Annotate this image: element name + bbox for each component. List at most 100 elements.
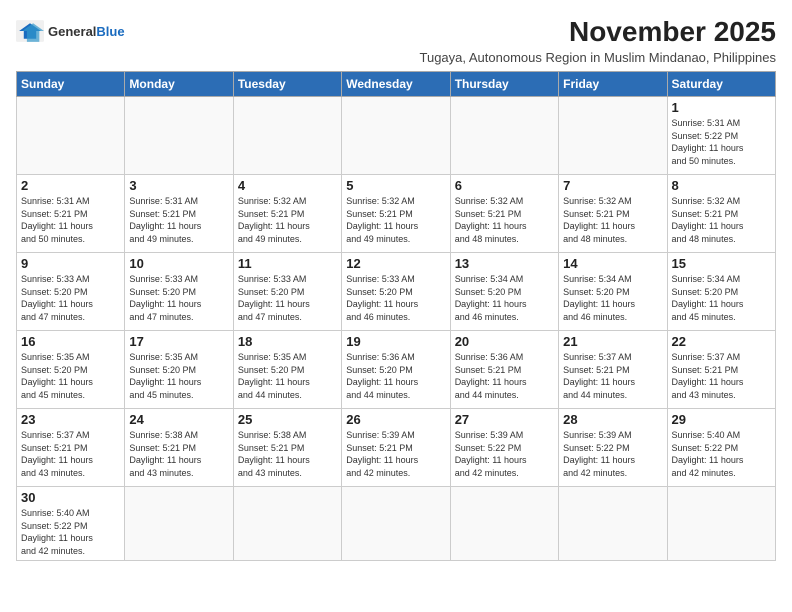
weekday-header-row: SundayMondayTuesdayWednesdayThursdayFrid…	[17, 72, 776, 97]
day-info: Sunrise: 5:32 AM Sunset: 5:21 PM Dayligh…	[346, 195, 445, 245]
day-info: Sunrise: 5:38 AM Sunset: 5:21 PM Dayligh…	[129, 429, 228, 479]
calendar-day-cell: 26 Sunrise: 5:39 AM Sunset: 5:21 PM Dayli…	[342, 409, 450, 487]
logo-text: GeneralBlue	[48, 24, 125, 39]
generalblue-logo-icon	[16, 20, 44, 42]
calendar-day-cell	[342, 97, 450, 175]
day-info: Sunrise: 5:32 AM Sunset: 5:21 PM Dayligh…	[563, 195, 662, 245]
calendar-day-cell: 9Sunrise: 5:33 AM Sunset: 5:20 PM Daylig…	[17, 253, 125, 331]
day-info: Sunrise: 5:32 AM Sunset: 5:21 PM Dayligh…	[455, 195, 554, 245]
calendar-day-cell: 27 Sunrise: 5:39 AM Sunset: 5:22 PM Dayli…	[450, 409, 558, 487]
calendar-table: SundayMondayTuesdayWednesdayThursdayFrid…	[16, 71, 776, 561]
day-number: 4	[238, 178, 337, 193]
day-number: 14	[563, 256, 662, 271]
day-number: 27	[455, 412, 554, 427]
day-number: 22	[672, 334, 771, 349]
day-info: Sunrise: 5:39 AM Sunset: 5:22 PM Dayligh…	[455, 429, 554, 479]
day-info: Sunrise: 5:34 AM Sunset: 5:20 PM Dayligh…	[455, 273, 554, 323]
day-number: 12	[346, 256, 445, 271]
day-info: Sunrise: 5:31 AM Sunset: 5:21 PM Dayligh…	[21, 195, 120, 245]
calendar-day-cell: 6 Sunrise: 5:32 AM Sunset: 5:21 PM Daylig…	[450, 175, 558, 253]
day-number: 10	[129, 256, 228, 271]
day-number: 5	[346, 178, 445, 193]
day-number: 7	[563, 178, 662, 193]
calendar-day-cell: 24Sunrise: 5:38 AM Sunset: 5:21 PM Dayli…	[125, 409, 233, 487]
day-number: 28	[563, 412, 662, 427]
day-info: Sunrise: 5:34 AM Sunset: 5:20 PM Dayligh…	[563, 273, 662, 323]
calendar-day-cell: 3Sunrise: 5:31 AM Sunset: 5:21 PM Daylig…	[125, 175, 233, 253]
day-info: Sunrise: 5:37 AM Sunset: 5:21 PM Dayligh…	[563, 351, 662, 401]
day-number: 29	[672, 412, 771, 427]
calendar-day-cell	[125, 97, 233, 175]
day-number: 20	[455, 334, 554, 349]
calendar-day-cell: 1 Sunrise: 5:31 AM Sunset: 5:22 PM Daylig…	[667, 97, 775, 175]
day-number: 30	[21, 490, 120, 505]
calendar-day-cell	[559, 97, 667, 175]
calendar-day-cell: 18 Sunrise: 5:35 AM Sunset: 5:20 PM Dayli…	[233, 331, 341, 409]
month-year-title: November 2025	[125, 16, 776, 48]
day-number: 19	[346, 334, 445, 349]
day-number: 8	[672, 178, 771, 193]
day-info: Sunrise: 5:33 AM Sunset: 5:20 PM Dayligh…	[129, 273, 228, 323]
calendar-day-cell: 30 Sunrise: 5:40 AM Sunset: 5:22 PM Dayli…	[17, 487, 125, 561]
calendar-week-row: 9 Sunrise: 5:33 AM Sunset: 5:20 PM Daylig…	[17, 253, 776, 331]
day-number: 11	[238, 256, 337, 271]
calendar-day-cell: 29 Sunrise: 5:40 AM Sunset: 5:22 PM Dayli…	[667, 409, 775, 487]
calendar-week-row: 16 Sunrise: 5:35 AM Sunset: 5:20 PM Dayli…	[17, 331, 776, 409]
calendar-day-cell: 22 Sunrise: 5:37 AM Sunset: 5:21 PM Dayli…	[667, 331, 775, 409]
day-info: Sunrise: 5:31 AM Sunset: 5:22 PM Dayligh…	[672, 117, 771, 167]
day-info: Sunrise: 5:36 AM Sunset: 5:20 PM Dayligh…	[346, 351, 445, 401]
day-info: Sunrise: 5:40 AM Sunset: 5:22 PM Dayligh…	[21, 507, 120, 557]
logo: GeneralBlue	[16, 20, 125, 42]
calendar-day-cell: 28Sunrise: 5:39 AM Sunset: 5:22 PM Dayli…	[559, 409, 667, 487]
day-number: 9	[21, 256, 120, 271]
day-number: 16	[21, 334, 120, 349]
calendar-week-row: 23 Sunrise: 5:37 AM Sunset: 5:21 PM Dayli…	[17, 409, 776, 487]
calendar-day-cell: 20 Sunrise: 5:36 AM Sunset: 5:21 PM Dayli…	[450, 331, 558, 409]
day-number: 2	[21, 178, 120, 193]
day-number: 17	[129, 334, 228, 349]
day-number: 1	[672, 100, 771, 115]
calendar-week-row: 1 Sunrise: 5:31 AM Sunset: 5:22 PM Daylig…	[17, 97, 776, 175]
day-info: Sunrise: 5:33 AM Sunset: 5:20 PM Dayligh…	[346, 273, 445, 323]
calendar-day-cell: 11Sunrise: 5:33 AM Sunset: 5:20 PM Dayli…	[233, 253, 341, 331]
weekday-header-wednesday: Wednesday	[342, 72, 450, 97]
weekday-header-sunday: Sunday	[17, 72, 125, 97]
day-number: 26	[346, 412, 445, 427]
day-info: Sunrise: 5:37 AM Sunset: 5:21 PM Dayligh…	[672, 351, 771, 401]
calendar-day-cell	[233, 97, 341, 175]
day-info: Sunrise: 5:36 AM Sunset: 5:21 PM Dayligh…	[455, 351, 554, 401]
day-info: Sunrise: 5:31 AM Sunset: 5:21 PM Dayligh…	[129, 195, 228, 245]
weekday-header-monday: Monday	[125, 72, 233, 97]
header: GeneralBlue November 2025 Tugaya, Autono…	[16, 16, 776, 65]
calendar-day-cell: 13Sunrise: 5:34 AM Sunset: 5:20 PM Dayli…	[450, 253, 558, 331]
location-subtitle: Tugaya, Autonomous Region in Muslim Mind…	[125, 50, 776, 65]
day-number: 21	[563, 334, 662, 349]
day-number: 25	[238, 412, 337, 427]
day-info: Sunrise: 5:37 AM Sunset: 5:21 PM Dayligh…	[21, 429, 120, 479]
calendar-day-cell: 15 Sunrise: 5:34 AM Sunset: 5:20 PM Dayli…	[667, 253, 775, 331]
day-info: Sunrise: 5:32 AM Sunset: 5:21 PM Dayligh…	[238, 195, 337, 245]
weekday-header-saturday: Saturday	[667, 72, 775, 97]
calendar-day-cell	[667, 487, 775, 561]
calendar-day-cell: 2 Sunrise: 5:31 AM Sunset: 5:21 PM Daylig…	[17, 175, 125, 253]
day-number: 6	[455, 178, 554, 193]
day-info: Sunrise: 5:34 AM Sunset: 5:20 PM Dayligh…	[672, 273, 771, 323]
day-number: 18	[238, 334, 337, 349]
day-number: 23	[21, 412, 120, 427]
day-number: 15	[672, 256, 771, 271]
day-info: Sunrise: 5:40 AM Sunset: 5:22 PM Dayligh…	[672, 429, 771, 479]
calendar-day-cell: 7 Sunrise: 5:32 AM Sunset: 5:21 PM Daylig…	[559, 175, 667, 253]
calendar-day-cell: 23 Sunrise: 5:37 AM Sunset: 5:21 PM Dayli…	[17, 409, 125, 487]
calendar-day-cell: 14 Sunrise: 5:34 AM Sunset: 5:20 PM Dayli…	[559, 253, 667, 331]
title-area: November 2025 Tugaya, Autonomous Region …	[125, 16, 776, 65]
weekday-header-thursday: Thursday	[450, 72, 558, 97]
calendar-day-cell: 5 Sunrise: 5:32 AM Sunset: 5:21 PM Daylig…	[342, 175, 450, 253]
calendar-day-cell	[559, 487, 667, 561]
weekday-header-friday: Friday	[559, 72, 667, 97]
calendar-day-cell: 21 Sunrise: 5:37 AM Sunset: 5:21 PM Dayli…	[559, 331, 667, 409]
calendar-day-cell: 4 Sunrise: 5:32 AM Sunset: 5:21 PM Daylig…	[233, 175, 341, 253]
calendar-day-cell	[450, 97, 558, 175]
day-info: Sunrise: 5:35 AM Sunset: 5:20 PM Dayligh…	[238, 351, 337, 401]
day-info: Sunrise: 5:39 AM Sunset: 5:21 PM Dayligh…	[346, 429, 445, 479]
calendar-day-cell	[125, 487, 233, 561]
